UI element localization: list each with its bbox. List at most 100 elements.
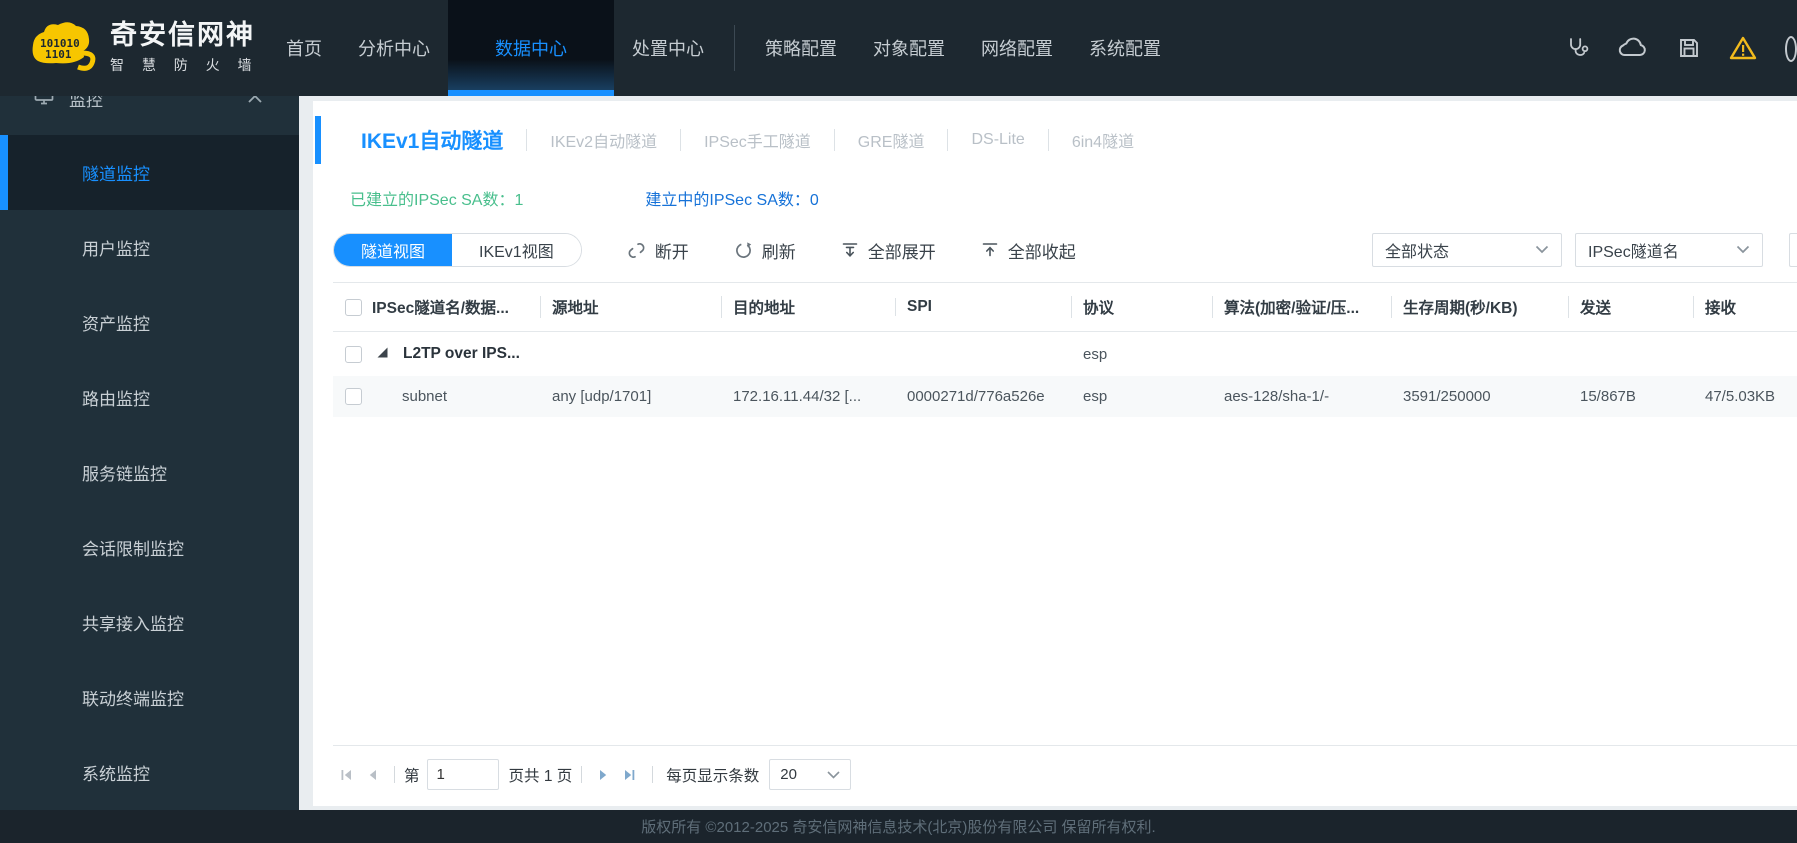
- last-page-button[interactable]: [616, 768, 643, 782]
- ikev1-view-button[interactable]: IKEv1视图: [452, 234, 581, 266]
- tunnel-view-button[interactable]: 隧道视图: [334, 234, 453, 266]
- header-utility-icons: [1565, 0, 1797, 96]
- view-toggle-group: 隧道视图 IKEv1视图: [333, 233, 582, 267]
- sidebar-item-service-chain-monitor[interactable]: 服务链监控: [0, 435, 299, 510]
- group-row-checkbox[interactable]: [345, 345, 362, 363]
- brand: 101010 1101 奇安信网神 智 慧 防 火 墙: [0, 0, 268, 96]
- cell-protocol: esp: [1083, 388, 1108, 405]
- group-tunnel-name: L2TP over IPS...: [403, 345, 520, 362]
- tab-6in4-tunnel[interactable]: 6in4隧道: [1049, 128, 1157, 152]
- table-row[interactable]: subnet any [udp/1701] 172.16.11.44/32 [.…: [333, 376, 1797, 417]
- tab-ikev1-auto-tunnel[interactable]: IKEv1自动隧道: [338, 125, 526, 155]
- first-page-button[interactable]: [333, 768, 360, 782]
- col-spi: SPI: [895, 298, 1071, 316]
- expand-all-icon: [841, 241, 859, 259]
- stethoscope-icon[interactable]: [1565, 36, 1589, 60]
- per-page-select[interactable]: 20: [769, 759, 852, 790]
- tunnel-name-filter-select[interactable]: IPSec隧道名: [1575, 233, 1763, 267]
- chevron-down-icon: [827, 766, 840, 783]
- nav-item-system-config[interactable]: 系统配置: [1071, 0, 1179, 96]
- cell-lifetime: 3591/250000: [1403, 388, 1491, 405]
- collapse-all-icon: [981, 241, 999, 259]
- per-page-label: 每页显示条数: [666, 767, 760, 785]
- chevron-up-icon: [247, 96, 263, 109]
- collapse-all-button[interactable]: 全部收起: [981, 238, 1076, 263]
- nav-item-analysis-center[interactable]: 分析中心: [340, 0, 448, 96]
- sidebar: 监控 隧道监控 用户监控 资产监控 路由监控 服务链监控 会话限制监控 共享接入…: [0, 96, 299, 810]
- group-protocol: esp: [1083, 345, 1108, 363]
- cell-tunnel-name: subnet: [402, 388, 448, 405]
- content-card: IKEv1自动隧道 IKEv2自动隧道 IPSec手工隧道 GRE隧道 DS-L…: [313, 101, 1797, 806]
- top-header-bar: 101010 1101 奇安信网神 智 慧 防 火 墙 首页 分析中心 数据中心…: [0, 0, 1797, 96]
- sidebar-item-tunnel-monitor[interactable]: 隧道监控: [0, 135, 299, 210]
- nav-item-object-config[interactable]: 对象配置: [855, 0, 963, 96]
- sidebar-item-user-monitor[interactable]: 用户监控: [0, 210, 299, 285]
- nav-item-policy-config[interactable]: 策略配置: [747, 0, 855, 96]
- sidebar-group-monitoring[interactable]: 监控: [0, 96, 299, 115]
- toolbar: 隧道视图 IKEv1视图 断开 刷新 全部展开 全部收起 全部状态 IPSec隧…: [333, 233, 1797, 267]
- brand-subtitle: 智 慧 防 火 墙: [110, 57, 259, 74]
- tunnel-table: IPSec隧道名/数据... 源地址 目的地址 SPI 协议 算法(加密/验证/…: [333, 282, 1797, 417]
- sa-established-count: 已建立的IPSec SA数：1: [350, 192, 524, 209]
- sidebar-item-route-monitor[interactable]: 路由监控: [0, 360, 299, 435]
- table-group-row[interactable]: L2TP over IPS... esp: [333, 332, 1797, 376]
- monitor-icon: [34, 96, 54, 110]
- nav-item-disposal-center[interactable]: 处置中心: [614, 0, 722, 96]
- sa-establishing-count: 建立中的IPSec SA数：0: [645, 192, 819, 209]
- tree-expanded-icon[interactable]: [376, 346, 389, 363]
- main-nav: 首页 分析中心 数据中心 处置中心 策略配置 对象配置 网络配置 系统配置: [268, 0, 1179, 96]
- col-received: 接收: [1693, 296, 1797, 318]
- refresh-button[interactable]: 刷新: [734, 238, 796, 263]
- col-destination-address: 目的地址: [721, 296, 895, 318]
- footer-bar: 版权所有 ©2012-2025 奇安信网神信息技术(北京)股份有限公司 保留所有…: [0, 810, 1797, 843]
- sa-status-row: 已建立的IPSec SA数：1 建立中的IPSec SA数：0: [350, 186, 1797, 210]
- previous-page-button[interactable]: [360, 768, 385, 782]
- expand-all-button[interactable]: 全部展开: [841, 238, 936, 263]
- nav-divider: [734, 25, 735, 71]
- col-sent: 发送: [1568, 296, 1693, 318]
- sidebar-group-label: 监控: [69, 96, 103, 110]
- broken-link-icon: [627, 241, 646, 260]
- nav-item-home[interactable]: 首页: [268, 0, 340, 96]
- tab-ipsec-manual-tunnel[interactable]: IPSec手工隧道: [681, 128, 834, 152]
- cell-destination-address: 172.16.11.44/32 [...: [733, 388, 862, 405]
- sidebar-item-asset-monitor[interactable]: 资产监控: [0, 285, 299, 360]
- cell-sent: 15/867B: [1580, 388, 1636, 405]
- warning-icon[interactable]: [1729, 35, 1757, 61]
- brand-text: 奇安信网神 智 慧 防 火 墙: [110, 19, 259, 76]
- sidebar-item-shared-access-monitor[interactable]: 共享接入监控: [0, 585, 299, 660]
- sidebar-menu: 隧道监控 用户监控 资产监控 路由监控 服务链监控 会话限制监控 共享接入监控 …: [0, 115, 299, 810]
- page-number-input[interactable]: [426, 759, 499, 790]
- select-all-checkbox[interactable]: [345, 298, 362, 316]
- cloud-icon[interactable]: [1617, 36, 1649, 60]
- active-tab-accent-bar: [315, 116, 321, 164]
- col-protocol: 协议: [1071, 296, 1212, 318]
- col-lifetime: 生存周期(秒/KB): [1391, 296, 1568, 318]
- row-checkbox[interactable]: [345, 388, 362, 405]
- next-page-button[interactable]: [591, 768, 616, 782]
- partial-circle-icon[interactable]: [1785, 33, 1797, 63]
- save-icon[interactable]: [1677, 36, 1701, 60]
- logo-tiger-icon: 101010 1101: [28, 17, 96, 80]
- sidebar-item-linked-terminal-monitor[interactable]: 联动终端监控: [0, 660, 299, 735]
- cell-received: 47/5.03KB: [1705, 388, 1776, 405]
- tab-gre-tunnel[interactable]: GRE隧道: [835, 128, 948, 152]
- disconnect-button[interactable]: 断开: [627, 238, 689, 263]
- svg-text:1101: 1101: [45, 48, 72, 61]
- sidebar-item-system-monitor[interactable]: 系统监控: [0, 735, 299, 810]
- nav-item-network-config[interactable]: 网络配置: [963, 0, 1071, 96]
- col-tunnel-name: IPSec隧道名/数据...: [372, 300, 509, 317]
- cell-spi: 0000271d/776a526e: [907, 388, 1045, 405]
- sidebar-item-session-limit-monitor[interactable]: 会话限制监控: [0, 510, 299, 585]
- tab-ikev2-auto-tunnel[interactable]: IKEv2自动隧道: [527, 128, 680, 152]
- page-info-label: 页共 1 页: [508, 767, 573, 785]
- status-filter-select[interactable]: 全部状态: [1372, 233, 1562, 267]
- copyright-text: 版权所有 ©2012-2025 奇安信网神信息技术(北京)股份有限公司 保留所有…: [641, 819, 1156, 836]
- brand-title: 奇安信网神: [110, 19, 255, 50]
- chevron-down-icon: [1736, 241, 1750, 259]
- chevron-down-icon: [1535, 241, 1549, 259]
- tab-ds-lite[interactable]: DS-Lite: [948, 131, 1047, 149]
- filter-controls: 全部状态 IPSec隧道名: [1372, 233, 1797, 267]
- page-prefix-label: 第: [404, 767, 420, 785]
- nav-item-data-center[interactable]: 数据中心: [448, 0, 614, 96]
